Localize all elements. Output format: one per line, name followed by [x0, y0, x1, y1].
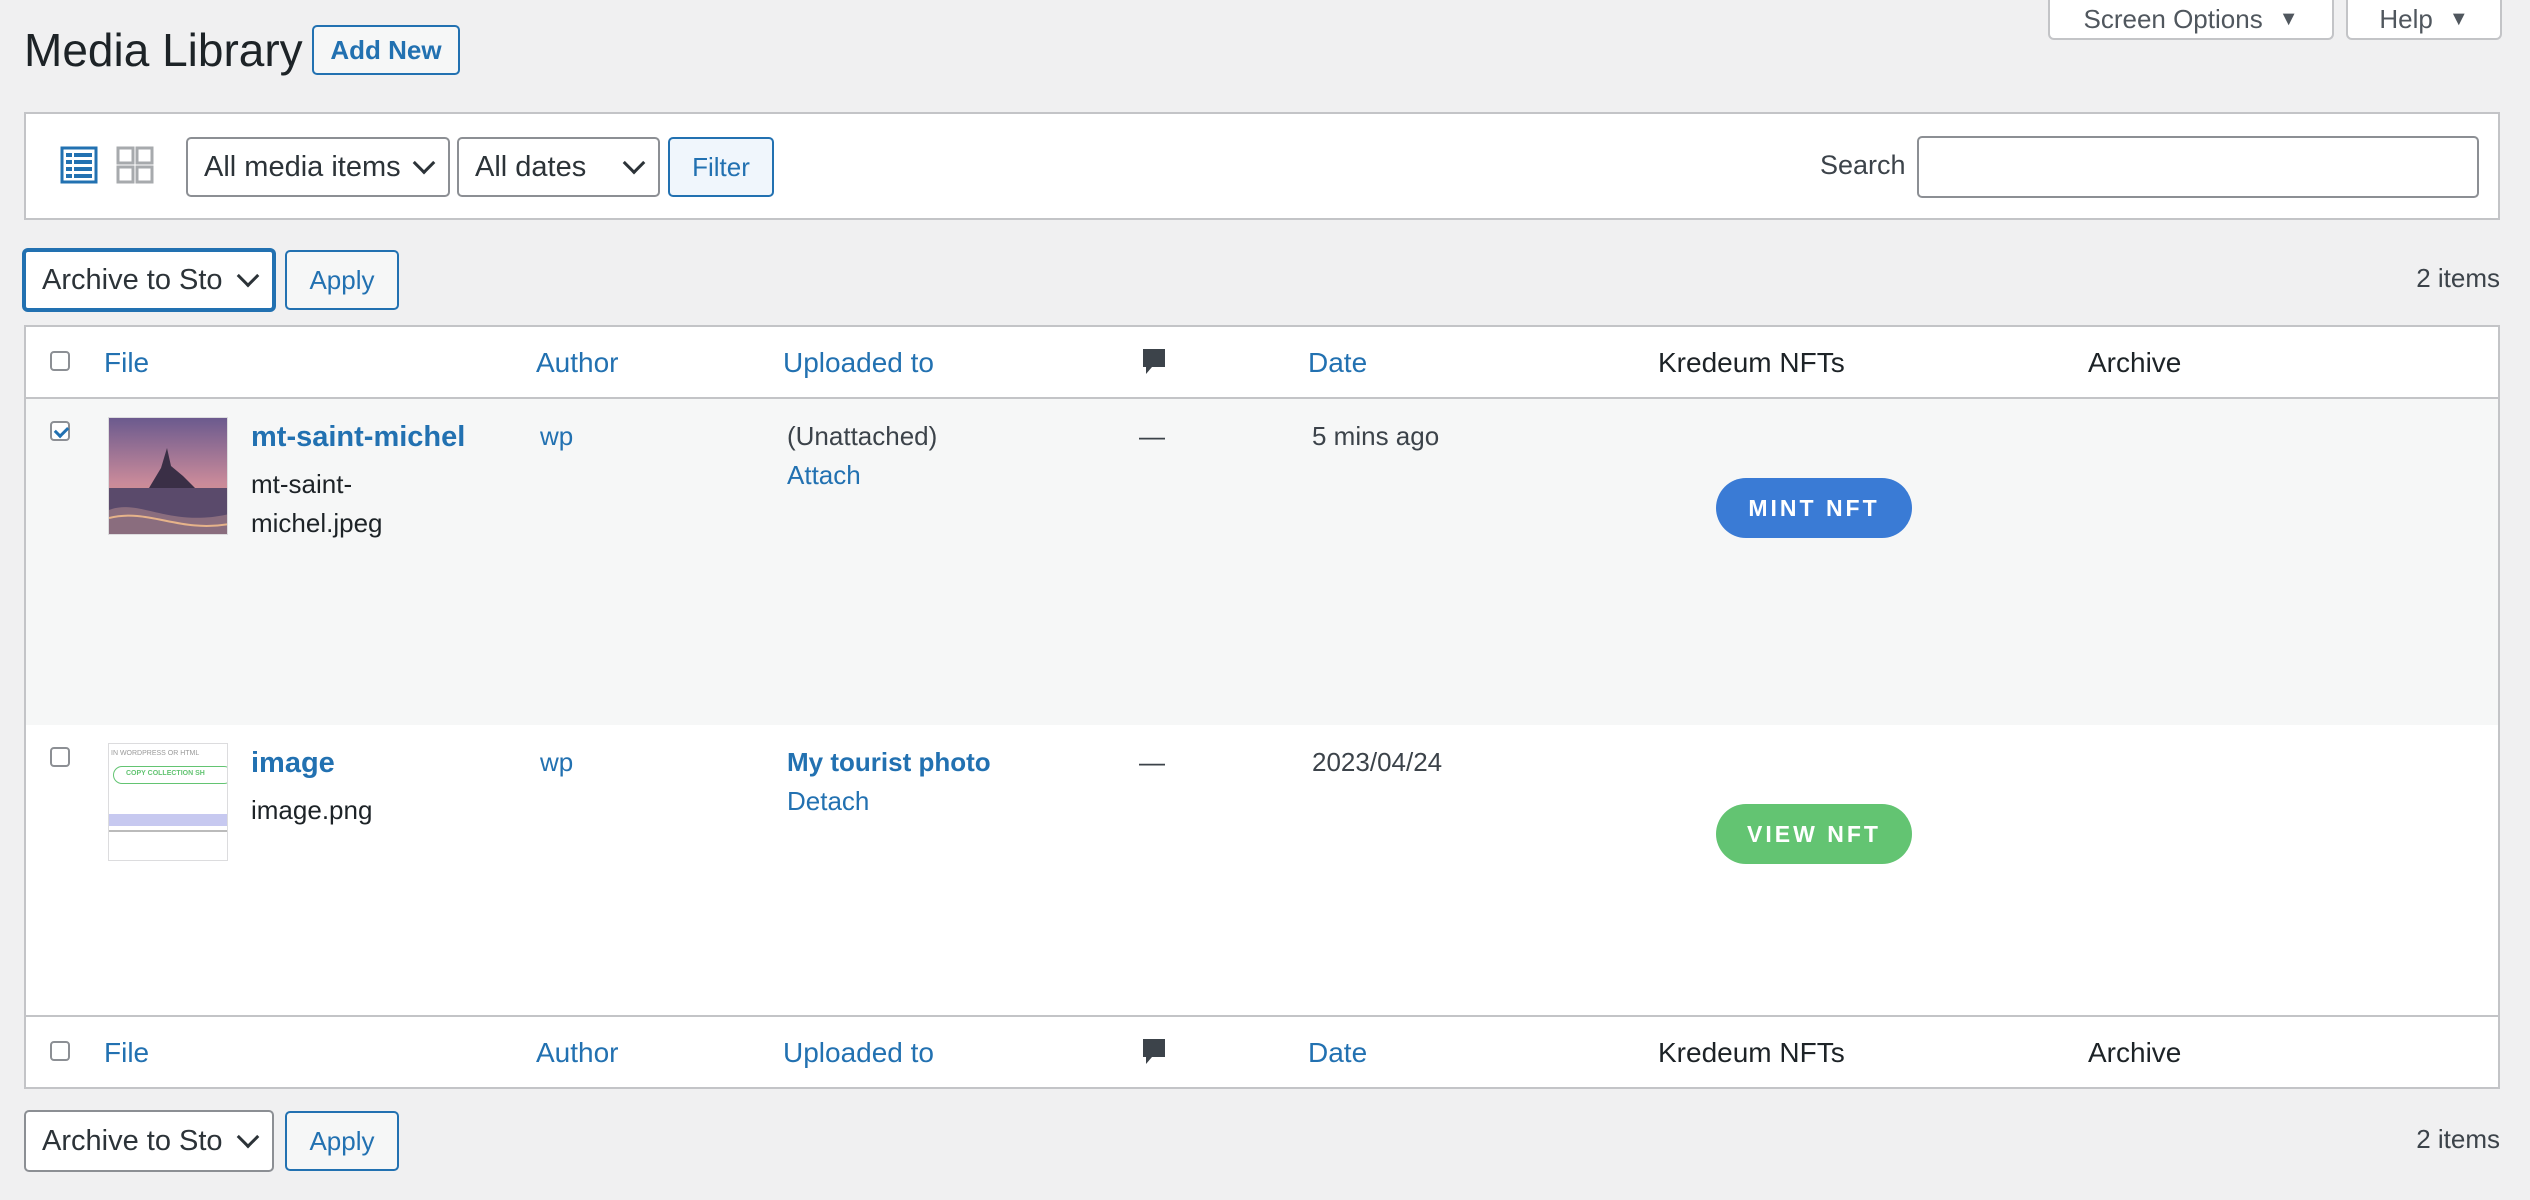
- caret-down-icon: ▼: [2448, 7, 2469, 30]
- chevron-down-icon: [622, 151, 646, 175]
- apply-button-top[interactable]: Apply: [285, 250, 399, 310]
- column-archive: Archive: [2088, 347, 2182, 378]
- search-input[interactable]: [1917, 136, 2479, 198]
- items-count-bottom: 2 items: [2416, 1124, 2500, 1154]
- date-text: 2023/04/24: [1312, 747, 1443, 777]
- media-type-select[interactable]: All media items: [186, 137, 450, 197]
- row-checkbox[interactable]: [50, 421, 70, 441]
- caret-down-icon: ▼: [2278, 7, 2299, 30]
- add-new-button[interactable]: Add New: [312, 25, 460, 75]
- detach-link[interactable]: Detach: [787, 786, 869, 817]
- thumbnail-highlight: [109, 814, 227, 826]
- screen-options-tab[interactable]: Screen Options ▼: [2048, 0, 2334, 40]
- column-uploaded-to[interactable]: Uploaded to: [783, 347, 934, 379]
- date-value: All dates: [475, 150, 587, 183]
- help-tab[interactable]: Help ▼: [2346, 0, 2502, 40]
- mint-nft-button[interactable]: MINT NFT: [1716, 478, 1912, 538]
- chevron-down-icon: [236, 1125, 260, 1149]
- bulk-action-value: Archive to Sto: [42, 1124, 223, 1157]
- view-nft-button[interactable]: VIEW NFT: [1716, 804, 1912, 864]
- column-kredeum-nfts: Kredeum NFTs: [1658, 347, 1845, 378]
- column-archive: Archive: [2088, 1037, 2182, 1068]
- column-file[interactable]: File: [104, 347, 149, 379]
- filename-line: mt-saint-: [251, 469, 353, 499]
- thumbnail-image[interactable]: IN WORDPRESS OR HTML COPY COLLECTION SH: [108, 743, 228, 861]
- column-file[interactable]: File: [104, 1037, 149, 1069]
- date-select[interactable]: All dates: [457, 137, 660, 197]
- column-uploaded-to[interactable]: Uploaded to: [783, 1037, 934, 1069]
- media-filename: image.png: [251, 795, 373, 825]
- row-checkbox[interactable]: [50, 747, 70, 767]
- screen-options-label: Screen Options: [2083, 3, 2263, 34]
- media-title-link[interactable]: image: [251, 747, 335, 780]
- select-all-checkbox[interactable]: [50, 351, 70, 371]
- date-text: 5 mins ago: [1312, 421, 1440, 451]
- filter-button[interactable]: Filter: [668, 137, 774, 197]
- thumbnail-button: COPY COLLECTION SH: [113, 766, 227, 784]
- attach-link[interactable]: Attach: [787, 460, 861, 491]
- table-row: mt-saint-michel mt-saint- michel.jpeg wp…: [26, 399, 2498, 725]
- comment-count: —: [1139, 421, 1165, 451]
- media-filename: mt-saint- michel.jpeg: [251, 465, 411, 543]
- column-author[interactable]: Author: [536, 347, 619, 379]
- bulk-action-select-top[interactable]: Archive to Sto: [23, 249, 275, 311]
- comment-count: —: [1139, 747, 1165, 777]
- table-footer: File Author Uploaded to Date Kredeum NFT…: [26, 1015, 2498, 1089]
- column-date[interactable]: Date: [1308, 1037, 1367, 1069]
- chevron-down-icon: [412, 151, 436, 175]
- apply-button-bottom[interactable]: Apply: [285, 1111, 399, 1171]
- table-row: IN WORDPRESS OR HTML COPY COLLECTION SH …: [26, 725, 2498, 1015]
- column-kredeum-nfts: Kredeum NFTs: [1658, 1037, 1845, 1068]
- filename-line: michel.jpeg: [251, 508, 383, 538]
- parent-post-link[interactable]: My tourist photo: [787, 747, 991, 778]
- comment-icon[interactable]: [1141, 347, 1167, 377]
- thumbnail-divider: [109, 830, 227, 832]
- list-view-icon[interactable]: [60, 146, 98, 184]
- comment-icon[interactable]: [1141, 1037, 1167, 1067]
- uploaded-to-text: (Unattached): [787, 421, 938, 451]
- items-count-top: 2 items: [2416, 263, 2500, 293]
- media-table: File Author Uploaded to Date Kredeum NFT…: [24, 325, 2500, 1089]
- table-header: File Author Uploaded to Date Kredeum NFT…: [26, 327, 2498, 399]
- author-link[interactable]: wp: [540, 747, 573, 778]
- column-date[interactable]: Date: [1308, 347, 1367, 379]
- media-title-link[interactable]: mt-saint-michel: [251, 421, 465, 454]
- author-link[interactable]: wp: [540, 421, 573, 452]
- help-label: Help: [2379, 3, 2433, 34]
- bulk-action-value: Archive to Sto: [42, 263, 223, 296]
- page-title: Media Library: [24, 24, 303, 76]
- thumbnail-image[interactable]: [108, 417, 228, 535]
- bulk-action-select-bottom[interactable]: Archive to Sto: [24, 1110, 274, 1172]
- media-type-value: All media items: [204, 150, 401, 183]
- column-author[interactable]: Author: [536, 1037, 619, 1069]
- search-label: Search: [1820, 150, 1906, 180]
- grid-view-icon[interactable]: [116, 146, 154, 184]
- chevron-down-icon: [236, 264, 260, 288]
- thumbnail-caption: IN WORDPRESS OR HTML: [111, 750, 200, 757]
- select-all-checkbox[interactable]: [50, 1041, 70, 1061]
